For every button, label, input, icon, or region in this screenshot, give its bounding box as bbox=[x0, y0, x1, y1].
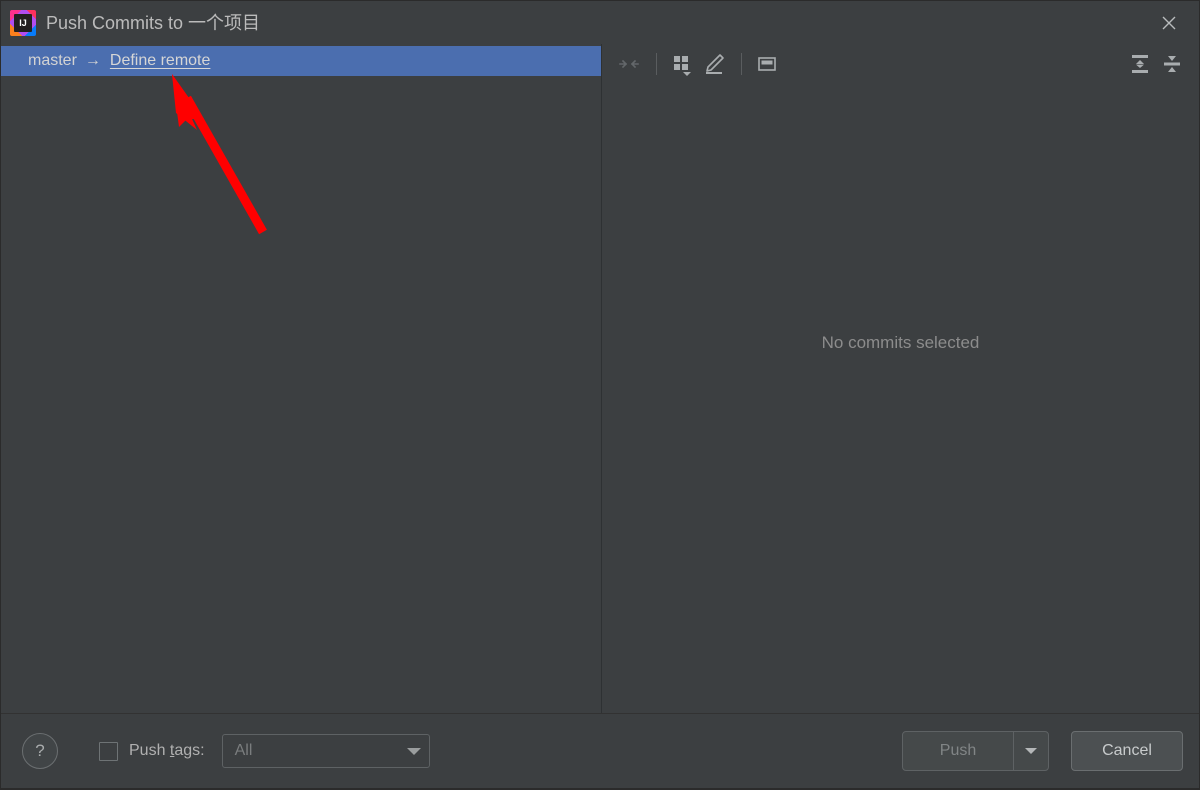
chevron-down-icon bbox=[399, 747, 429, 755]
preview-panel-icon[interactable] bbox=[752, 50, 782, 78]
push-commits-dialog: IJ Push Commits to 一个项目 master → Define … bbox=[0, 0, 1200, 789]
close-icon[interactable] bbox=[1153, 7, 1185, 39]
collapse-all-icon[interactable] bbox=[1157, 50, 1187, 78]
cancel-button[interactable]: Cancel bbox=[1071, 731, 1183, 771]
collapse-arrows-icon bbox=[614, 50, 644, 78]
branch-row-master[interactable]: master → Define remote bbox=[1, 46, 601, 76]
intellij-idea-icon: IJ bbox=[10, 9, 36, 36]
empty-details-placeholder: No commits selected bbox=[602, 85, 1199, 713]
dialog-action-buttons: Push Cancel bbox=[902, 731, 1183, 771]
push-split-button: Push bbox=[902, 731, 1049, 771]
push-tags-group: Push tags: All bbox=[99, 734, 430, 768]
commit-details-toolbar bbox=[602, 44, 1199, 85]
dialog-bottom-bar: ? Push tags: All Push Cancel bbox=[1, 714, 1199, 788]
push-tags-checkbox[interactable] bbox=[99, 741, 118, 761]
help-button[interactable]: ? bbox=[22, 733, 58, 769]
branch-list-pane: master → Define remote bbox=[1, 44, 602, 713]
push-button[interactable]: Push bbox=[903, 732, 1013, 770]
pencil-edit-icon[interactable] bbox=[699, 50, 729, 78]
push-tags-arrow-glyph bbox=[406, 747, 421, 755]
push-tags-label-before: Push bbox=[129, 742, 170, 759]
no-commits-selected-message: No commits selected bbox=[821, 333, 980, 352]
page-title: Push Commits to 一个项目 bbox=[46, 12, 261, 33]
push-tags-select[interactable]: All bbox=[221, 734, 430, 768]
push-tags-selected-value: All bbox=[234, 742, 253, 759]
toolbar-separator bbox=[656, 53, 657, 75]
toolbar-separator-2 bbox=[741, 53, 742, 75]
push-tags-label: Push tags: bbox=[129, 742, 205, 760]
app-icon-label: IJ bbox=[14, 13, 32, 32]
chevron-down-icon bbox=[1025, 748, 1037, 754]
local-branch-name: master bbox=[28, 52, 77, 69]
define-remote-link[interactable]: Define remote bbox=[110, 52, 211, 70]
push-dropdown-button[interactable] bbox=[1013, 732, 1048, 770]
dialog-title-bar: IJ Push Commits to 一个项目 bbox=[1, 1, 1199, 44]
commit-details-pane: No commits selected bbox=[602, 44, 1199, 713]
branch-arrow-icon: → bbox=[84, 52, 101, 69]
expand-all-icon[interactable] bbox=[1125, 50, 1155, 78]
push-tags-label-after: ags: bbox=[174, 742, 205, 759]
grid-view-icon[interactable] bbox=[667, 50, 697, 78]
dialog-body: master → Define remote No commits select… bbox=[1, 44, 1199, 714]
branch-list: master → Define remote bbox=[1, 44, 601, 76]
